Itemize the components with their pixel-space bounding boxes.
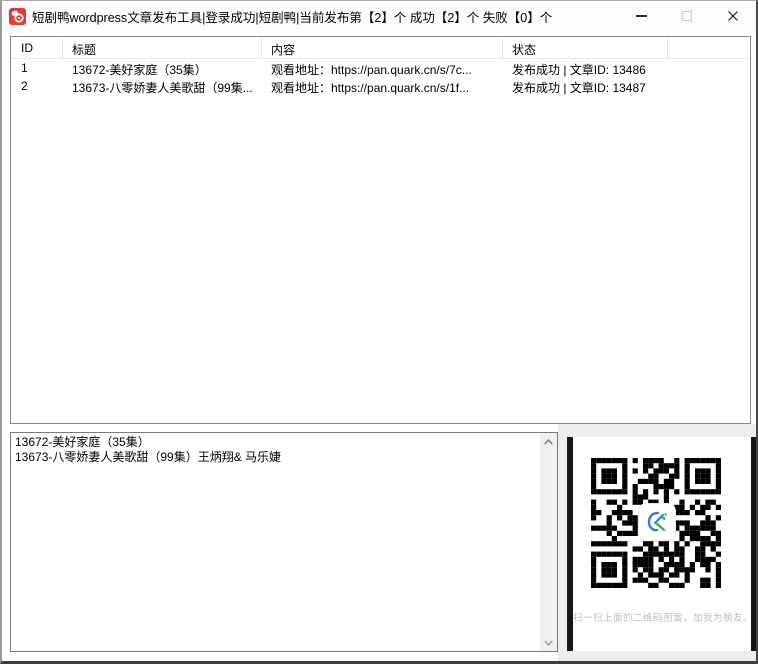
cell-id: 1 <box>11 59 63 77</box>
table-row[interactable]: 1 13672-美好家庭（35集） 观看地址：https://pan.quark… <box>11 59 750 77</box>
scroll-down-button[interactable] <box>540 634 557 651</box>
column-header-title[interactable]: 标题 <box>63 37 262 58</box>
log-text: 13672-美好家庭（35集） 13673-八零娇妻人美歌甜（99集）王炳翔& … <box>11 433 540 651</box>
qr-panel: 扫一扫上面的二维码图案，加我为朋友。 <box>558 424 758 662</box>
table-row[interactable]: 2 13673-八零娇妻人美歌甜（99集... 观看地址：https://pan… <box>11 77 750 95</box>
publish-results-table: ID 标题 内容 状态 1 13672-美好家庭（35集） 观看地址：https… <box>10 36 751 424</box>
cell-status: 发布成功 | 文章ID: 13486 <box>503 59 668 77</box>
column-header-status[interactable]: 状态 <box>503 37 668 58</box>
chevron-down-icon <box>544 640 553 646</box>
cell-title: 13672-美好家庭（35集） <box>63 59 262 77</box>
qr-caption: 扫一扫上面的二维码图案，加我为朋友。 <box>573 610 745 624</box>
minimize-button[interactable] <box>618 1 664 31</box>
app-window: 短剧鸭wordpress文章发布工具|登录成功|短剧鸭|当前发布第【2】个 成功… <box>0 0 758 664</box>
app-logo-icon <box>9 8 26 25</box>
cell-content: 观看地址：https://pan.quark.cn/s/7c... <box>262 59 503 77</box>
cell-id: 2 <box>11 77 63 95</box>
cell-title: 13673-八零娇妻人美歌甜（99集... <box>63 77 262 95</box>
title-bar[interactable]: 短剧鸭wordpress文章发布工具|登录成功|短剧鸭|当前发布第【2】个 成功… <box>2 1 756 31</box>
close-icon <box>727 10 739 22</box>
log-textarea[interactable]: 13672-美好家庭（35集） 13673-八零娇妻人美歌甜（99集）王炳翔& … <box>10 432 558 652</box>
window-controls <box>618 1 756 31</box>
window-title: 短剧鸭wordpress文章发布工具|登录成功|短剧鸭|当前发布第【2】个 成功… <box>32 7 552 26</box>
cell-content: 观看地址：https://pan.quark.cn/s/1f... <box>262 77 503 95</box>
maximize-icon <box>682 11 692 21</box>
cell-status: 发布成功 | 文章ID: 13487 <box>503 77 668 95</box>
column-header-id[interactable]: ID <box>11 37 63 58</box>
chevron-up-icon <box>544 439 553 445</box>
column-header-content[interactable]: 内容 <box>262 37 503 58</box>
vertical-scrollbar[interactable] <box>540 433 557 651</box>
log-line: 13672-美好家庭（35集） <box>15 435 536 450</box>
close-button[interactable] <box>710 1 756 31</box>
scroll-up-button[interactable] <box>540 433 557 450</box>
wechat-qr-image: 扫一扫上面的二维码图案，加我为朋友。 <box>567 437 758 651</box>
qr-center-logo <box>639 504 675 540</box>
column-header-filler <box>668 37 750 58</box>
brand-logo-icon <box>644 509 670 535</box>
log-line: 13673-八零娇妻人美歌甜（99集）王炳翔& 马乐婕 <box>15 450 536 465</box>
table-header: ID 标题 内容 状态 <box>11 37 750 59</box>
minimize-icon <box>636 15 647 17</box>
maximize-button[interactable] <box>664 1 710 31</box>
